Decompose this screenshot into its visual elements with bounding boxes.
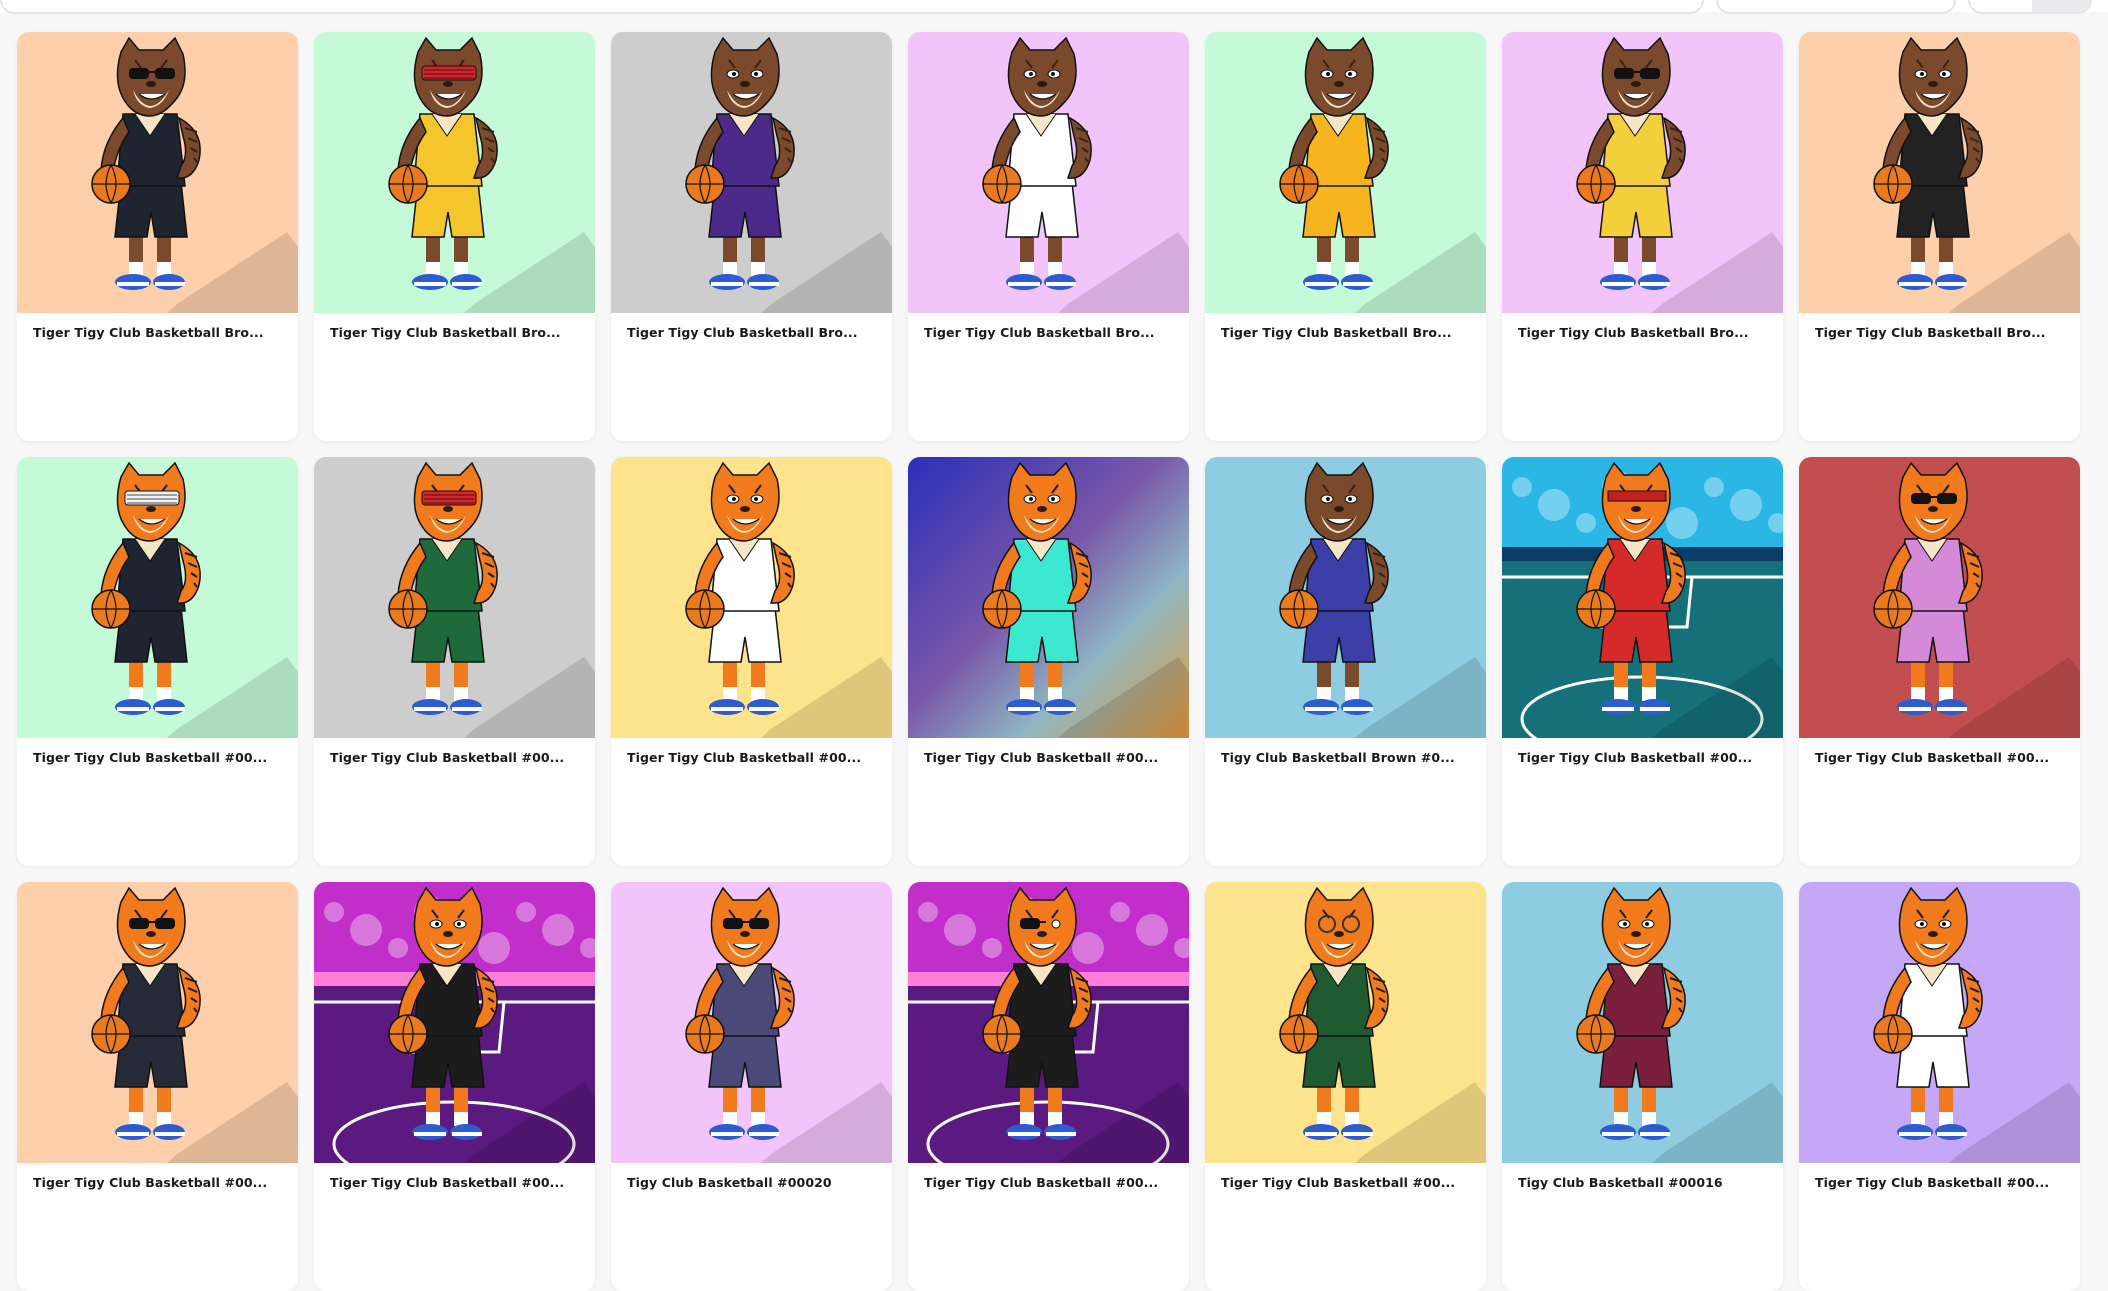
nft-card[interactable]: Tiger Tigy Club Basketball #00... (314, 457, 595, 866)
sort-dropdown[interactable] (1716, 0, 1956, 14)
nft-card[interactable]: Tiger Tigy Club Basketball Bro... (17, 32, 298, 441)
nft-title[interactable]: Tiger Tigy Club Basketball Bro... (1518, 325, 1768, 340)
nft-card[interactable]: Tiger Tigy Club Basketball #00... (1502, 457, 1783, 866)
tiger-mascot-artwork (1205, 882, 1486, 1163)
nft-title[interactable]: Tiger Tigy Club Basketball Bro... (627, 325, 877, 340)
nft-image[interactable] (314, 457, 595, 738)
nft-image[interactable] (611, 882, 892, 1163)
tiger-mascot-artwork (17, 457, 298, 738)
nft-title[interactable]: Tiger Tigy Club Basketball #00... (330, 750, 580, 765)
nft-image[interactable] (314, 882, 595, 1163)
tiger-mascot-artwork (908, 32, 1189, 313)
nft-image[interactable] (17, 457, 298, 738)
nft-image[interactable] (611, 32, 892, 313)
nft-title[interactable]: Tigy Club Basketball Brown #0... (1221, 750, 1471, 765)
top-toolbar (0, 0, 2108, 14)
tiger-mascot-artwork (314, 882, 595, 1163)
nft-card[interactable]: Tiger Tigy Club Basketball Bro... (611, 32, 892, 441)
nft-title[interactable]: Tiger Tigy Club Basketball #00... (33, 1175, 283, 1190)
tiger-mascot-artwork (1799, 32, 2080, 313)
tiger-mascot-artwork (17, 32, 298, 313)
nft-title[interactable]: Tiger Tigy Club Basketball #00... (1518, 750, 1768, 765)
tiger-mascot-artwork (17, 882, 298, 1163)
nft-card[interactable]: Tiger Tigy Club Basketball #00... (17, 882, 298, 1291)
nft-image[interactable] (1799, 457, 2080, 738)
nft-card[interactable]: Tiger Tigy Club Basketball Bro... (1799, 32, 2080, 441)
nft-title[interactable]: Tiger Tigy Club Basketball #00... (1815, 1175, 2065, 1190)
view-toggle-list-button[interactable] (1970, 0, 2028, 12)
nft-title[interactable]: Tiger Tigy Club Basketball #00... (924, 750, 1174, 765)
nft-image[interactable] (611, 457, 892, 738)
tiger-mascot-artwork (1205, 32, 1486, 313)
nft-card[interactable]: Tiger Tigy Club Basketball #00... (1205, 882, 1486, 1291)
nft-title[interactable]: Tiger Tigy Club Basketball #00... (1815, 750, 2065, 765)
view-toggle[interactable] (1968, 0, 2092, 14)
nft-image[interactable] (908, 882, 1189, 1163)
nft-title[interactable]: Tiger Tigy Club Basketball #00... (627, 750, 877, 765)
nft-image[interactable] (314, 32, 595, 313)
nft-image[interactable] (1502, 882, 1783, 1163)
nft-image[interactable] (1502, 457, 1783, 738)
nft-title[interactable]: Tigy Club Basketball #00020 (627, 1175, 877, 1190)
nft-image[interactable] (908, 457, 1189, 738)
nft-card[interactable]: Tiger Tigy Club Basketball #00... (908, 882, 1189, 1291)
nft-title[interactable]: Tiger Tigy Club Basketball Bro... (330, 325, 580, 340)
nft-card[interactable]: Tiger Tigy Club Basketball #00... (314, 882, 595, 1291)
tiger-mascot-artwork (611, 32, 892, 313)
nft-image[interactable] (1205, 457, 1486, 738)
nft-card[interactable]: Tiger Tigy Club Basketball Bro... (1502, 32, 1783, 441)
nft-title[interactable]: Tiger Tigy Club Basketball #00... (1221, 1175, 1471, 1190)
nft-card[interactable]: Tiger Tigy Club Basketball Bro... (1205, 32, 1486, 441)
nft-image[interactable] (1502, 32, 1783, 313)
tiger-mascot-artwork (1502, 457, 1783, 738)
nft-image[interactable] (17, 32, 298, 313)
nft-card[interactable]: Tiger Tigy Club Basketball #00... (17, 457, 298, 866)
tiger-mascot-artwork (908, 882, 1189, 1163)
nft-image[interactable] (1205, 882, 1486, 1163)
tiger-mascot-artwork (314, 32, 595, 313)
view-toggle-grid-button[interactable] (2032, 0, 2090, 12)
nft-card[interactable]: Tiger Tigy Club Basketball #00... (908, 457, 1189, 866)
nft-card[interactable]: Tiger Tigy Club Basketball Bro... (908, 32, 1189, 441)
nft-title[interactable]: Tiger Tigy Club Basketball Bro... (1221, 325, 1471, 340)
search-input[interactable] (0, 0, 1704, 14)
tiger-mascot-artwork (1502, 882, 1783, 1163)
tiger-mascot-artwork (908, 457, 1189, 738)
nft-title[interactable]: Tiger Tigy Club Basketball Bro... (924, 325, 1174, 340)
tiger-mascot-artwork (314, 457, 595, 738)
nft-card[interactable]: Tiger Tigy Club Basketball #00... (611, 457, 892, 866)
tiger-mascot-artwork (1205, 457, 1486, 738)
nft-card[interactable]: Tigy Club Basketball #00020 (611, 882, 892, 1291)
tiger-mascot-artwork (611, 457, 892, 738)
nft-image[interactable] (1799, 32, 2080, 313)
tiger-mascot-artwork (1799, 882, 2080, 1163)
nft-image[interactable] (17, 882, 298, 1163)
nft-title[interactable]: Tiger Tigy Club Basketball Bro... (1815, 325, 2065, 340)
nft-title[interactable]: Tiger Tigy Club Basketball #00... (924, 1175, 1174, 1190)
nft-title[interactable]: Tiger Tigy Club Basketball #00... (330, 1175, 580, 1190)
nft-card[interactable]: Tiger Tigy Club Basketball #00... (1799, 882, 2080, 1291)
tiger-mascot-artwork (611, 882, 892, 1163)
nft-title[interactable]: Tiger Tigy Club Basketball #00... (33, 750, 283, 765)
nft-image[interactable] (1799, 882, 2080, 1163)
nft-title[interactable]: Tiger Tigy Club Basketball Bro... (33, 325, 283, 340)
nft-card[interactable]: Tigy Club Basketball Brown #0... (1205, 457, 1486, 866)
nft-title[interactable]: Tigy Club Basketball #00016 (1518, 1175, 1768, 1190)
nft-grid: Tiger Tigy Club Basketball Bro... Tiger T… (17, 32, 2080, 1291)
nft-image[interactable] (1205, 32, 1486, 313)
tiger-mascot-artwork (1502, 32, 1783, 313)
nft-card[interactable]: Tiger Tigy Club Basketball #00... (1799, 457, 2080, 866)
tiger-mascot-artwork (1799, 457, 2080, 738)
nft-image[interactable] (908, 32, 1189, 313)
nft-card[interactable]: Tiger Tigy Club Basketball Bro... (314, 32, 595, 441)
nft-card[interactable]: Tigy Club Basketball #00016 (1502, 882, 1783, 1291)
